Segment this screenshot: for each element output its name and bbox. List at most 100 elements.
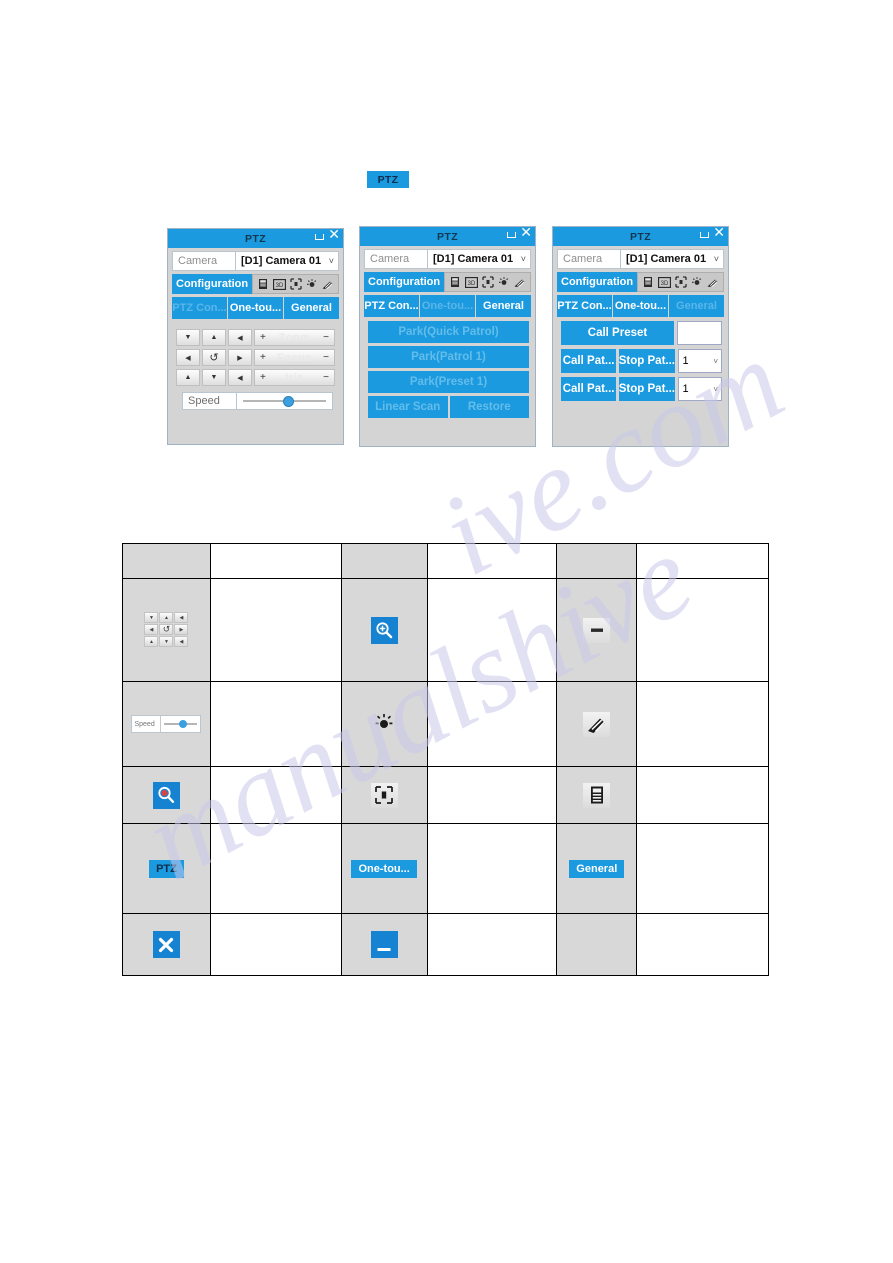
panel-title: PTZ (629, 230, 652, 243)
center-frame-icon[interactable] (289, 278, 302, 291)
3d-positioning-icon[interactable]: 3D (464, 276, 478, 289)
preset-number-input[interactable] (677, 321, 722, 345)
focus-control[interactable]: + Focus − (254, 349, 335, 366)
pan-down-right-button[interactable]: ◀ (228, 369, 252, 386)
configuration-row: Configuration 3D (360, 269, 535, 292)
3d-positioning-icon[interactable]: 3D (657, 276, 671, 289)
center-frame-icon[interactable] (674, 276, 687, 289)
general-controls: Call Preset Call Pat... Stop Pat... 1 ˅ … (553, 317, 728, 401)
call-patrol-button[interactable]: Call Pat... (561, 349, 617, 373)
minimize-icon[interactable] (506, 229, 517, 239)
legend-desc-cell (426, 913, 558, 976)
tab-general[interactable]: General (284, 297, 339, 319)
light-icon[interactable] (690, 276, 703, 289)
tab-ptz-control[interactable]: PTZ Con... (172, 297, 227, 319)
pan-down-left-button[interactable]: ▼ (176, 329, 200, 346)
speed-slider[interactable] (237, 392, 333, 410)
patrol-number-select[interactable]: 1 ˅ (677, 349, 723, 373)
wiper-icon[interactable] (706, 276, 719, 289)
legend-icon-cell (556, 578, 638, 682)
stop-pattern-button[interactable]: Stop Pat... (619, 377, 675, 401)
legend-desc-cell (209, 823, 342, 914)
camera-select[interactable]: [D1] Camera 01 ˅ (621, 249, 724, 269)
close-icon[interactable]: ✕ (713, 226, 725, 240)
tab-one-touch[interactable]: One-tou... (228, 297, 283, 319)
configuration-button[interactable]: Configuration (172, 274, 253, 294)
tab-one-touch[interactable]: One-tou... (613, 295, 668, 317)
legend-icon-cell: General (556, 823, 638, 914)
minimize-icon[interactable] (699, 229, 710, 239)
pan-up-button[interactable]: ▲ (202, 329, 226, 346)
call-pattern-button[interactable]: Call Pat... (561, 377, 617, 401)
wiper-icon (583, 711, 611, 737)
park-quick-patrol-button[interactable]: Park(Quick Patrol) (368, 321, 529, 343)
legend-icon-cell: Speed (122, 681, 211, 767)
iris-control[interactable]: + Iris − (254, 369, 335, 386)
zoom-control[interactable]: + Zoom − (254, 329, 335, 346)
pan-right-button[interactable]: ▶ (228, 349, 252, 366)
tab-one-touch[interactable]: One-tou... (420, 295, 475, 317)
panel-titlebar[interactable]: PTZ ✕ (360, 226, 535, 246)
camera-select[interactable]: [D1] Camera 01 ˅ (236, 251, 339, 271)
close-icon[interactable]: ✕ (328, 228, 340, 242)
restore-button[interactable]: Restore (449, 396, 529, 418)
legend-icon-cell: One-tou... (340, 823, 428, 914)
zoom-label: Zoom (278, 331, 311, 344)
menu-icon[interactable] (257, 278, 270, 291)
wiper-icon[interactable] (513, 276, 526, 289)
park-patrol-1-button[interactable]: Park(Patrol 1) (368, 346, 529, 368)
legend-icon-cell (340, 913, 428, 976)
legend-icon-cell (122, 913, 211, 976)
ptz-control-panel[interactable]: PTZ ✕ Camera [D1] Camera 01 ˅ Configurat… (167, 228, 344, 445)
linear-scan-button[interactable]: Linear Scan (368, 396, 448, 418)
minimize-icon[interactable] (314, 231, 325, 241)
pan-down-button[interactable]: ▼ (202, 369, 226, 386)
dpad-row: ▲ ▼ ◀ + Iris − (176, 369, 335, 386)
speed-slider-handle[interactable] (282, 396, 294, 407)
auto-scan-button[interactable]: ↺ (202, 349, 226, 366)
light-icon[interactable] (497, 276, 510, 289)
panel-title: PTZ (244, 232, 267, 245)
3d-positioning-icon[interactable]: 3D (272, 278, 286, 291)
pan-left-button[interactable]: ◀ (176, 349, 200, 366)
panel-titlebar[interactable]: PTZ ✕ (553, 226, 728, 246)
chevron-down-icon: ˅ (520, 254, 526, 264)
one-touch-panel[interactable]: PTZ ✕ Camera [D1] Camera 01 ˅ Configurat… (359, 226, 536, 447)
legend-icon-cell (340, 766, 428, 824)
configuration-button[interactable]: Configuration (364, 272, 445, 292)
minus-button-icon (583, 617, 611, 643)
table-row: Speed (122, 681, 769, 767)
tab-ptz-control[interactable]: PTZ Con... (557, 295, 612, 317)
close-icon[interactable]: ✕ (520, 226, 532, 240)
general-chip: General (569, 859, 625, 878)
light-icon[interactable] (305, 278, 318, 291)
legend-icon-cell (340, 578, 428, 682)
general-panel[interactable]: PTZ ✕ Camera [D1] Camera 01 ˅ Configurat… (552, 226, 729, 447)
wiper-icon[interactable] (321, 278, 334, 291)
configuration-button[interactable]: Configuration (557, 272, 638, 292)
pattern-number-select[interactable]: 1 ˅ (677, 377, 723, 401)
tab-ptz-control[interactable]: PTZ Con... (364, 295, 419, 317)
configuration-icon-strip: 3D (637, 272, 724, 292)
menu-icon (583, 782, 611, 808)
menu-icon[interactable] (449, 276, 462, 289)
speed-row: Speed (182, 392, 333, 410)
panel-tabs: PTZ Con... One-tou... General (168, 294, 343, 319)
park-preset-1-button[interactable]: Park(Preset 1) (368, 371, 529, 393)
tab-general[interactable]: General (669, 295, 724, 317)
center-frame-icon[interactable] (481, 276, 494, 289)
legend-icon-cell (556, 766, 638, 824)
legend-icon-cell (556, 681, 638, 767)
call-preset-button[interactable]: Call Preset (561, 321, 674, 345)
ptz-toolbar-button[interactable]: PTZ (367, 171, 409, 188)
panel-titlebar[interactable]: PTZ ✕ (168, 228, 343, 248)
pan-up-right-button[interactable]: ◀ (228, 329, 252, 346)
legend-desc-cell (636, 681, 769, 767)
iris-label: Iris (285, 371, 304, 384)
menu-icon[interactable] (642, 276, 655, 289)
camera-select[interactable]: [D1] Camera 01 ˅ (428, 249, 531, 269)
pan-down-left2-button[interactable]: ▲ (176, 369, 200, 386)
chevron-down-icon: ˅ (328, 256, 334, 266)
stop-patrol-button[interactable]: Stop Pat... (619, 349, 675, 373)
tab-general[interactable]: General (476, 295, 531, 317)
